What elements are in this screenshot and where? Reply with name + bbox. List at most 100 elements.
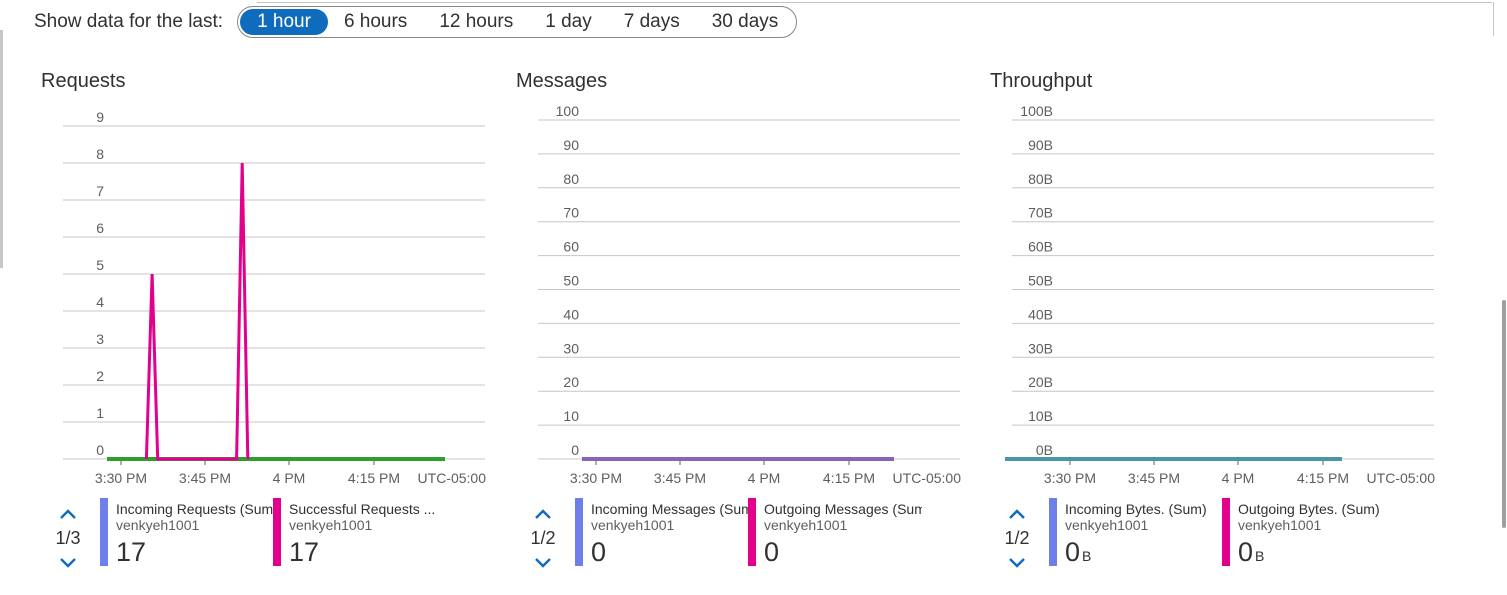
y-tick-label: 0 (571, 442, 579, 458)
legend-pager: 1/2 (528, 504, 558, 573)
messages-legend: 1/2 Incoming Messages (Sum) venkyeh1001 0 Ou… (516, 490, 976, 590)
legend-unit: B (1082, 548, 1092, 564)
legend-metric-name: Outgoing Messages (Sum) (764, 501, 922, 517)
legend-metric-value: 0 (764, 537, 780, 567)
x-tick-label: 4:15 PM (348, 470, 400, 486)
legend-resource-name: venkyeh1001 (289, 517, 373, 533)
x-timezone-label: UTC-05:00 (893, 470, 962, 486)
y-tick-label: 1 (96, 405, 104, 421)
y-tick-label: 2 (96, 368, 104, 384)
messages-chart-panel: Messages 0 10 20 30 40 50 60 70 80 90 100 3:30 PM 3:… (516, 60, 976, 595)
legend-metric-name: Incoming Requests (Sum) (116, 501, 274, 517)
legend-metric-value: 0B (1238, 537, 1265, 567)
y-tick-label: 50 (563, 273, 579, 289)
chevron-up-icon[interactable] (1002, 504, 1032, 524)
y-tick-label: 10B (1028, 408, 1053, 424)
y-tick-label: 80 (563, 171, 579, 187)
time-option-1-hour[interactable]: 1 hour (240, 9, 328, 35)
y-tick-label: 100B (1020, 103, 1053, 119)
y-tick-label: 6 (96, 220, 104, 236)
left-scrollbar[interactable] (0, 30, 3, 268)
legend-metric-value: 0B (1065, 537, 1092, 567)
time-range-label: Show data for the last: (34, 11, 224, 32)
y-tick-label: 9 (96, 109, 104, 125)
x-tick-label: 3:45 PM (1128, 470, 1180, 486)
y-tick-label: 60 (563, 239, 579, 255)
x-tick-label: 4 PM (1222, 470, 1255, 486)
legend-color-swatch (1049, 498, 1057, 566)
legend-resource-name: venkyeh1001 (1065, 517, 1149, 533)
x-tick-label: 3:30 PM (570, 470, 622, 486)
y-tick-label: 10 (563, 408, 579, 424)
x-tick-label: 3:45 PM (179, 470, 231, 486)
throughput-chart[interactable]: 0B 10B 20B 30B 40B 50B 60B 70B 80B 90B 100B 3:30 PM… (990, 60, 1450, 490)
y-tick-label: 80B (1028, 171, 1053, 187)
time-range-selector: Show data for the last: 1 hour 6 hours 1… (34, 5, 798, 39)
chevron-up-icon[interactable] (528, 504, 558, 524)
header-divider (257, 2, 1492, 3)
throughput-chart-panel: Throughput 0B 10B 20B 30B 40B 50B 60B 70B 80B 90B… (990, 60, 1450, 595)
legend-metric-value: 0 (591, 537, 607, 567)
messages-chart[interactable]: 0 10 20 30 40 50 60 70 80 90 100 3:30 PM 3:45 PM 4 PM… (516, 60, 976, 490)
legend-color-swatch (273, 498, 281, 566)
legend-resource-name: venkyeh1001 (116, 517, 200, 533)
legend-page-count: 1/2 (1004, 528, 1030, 548)
x-tick-label: 4 PM (748, 470, 781, 486)
x-tick-label: 3:30 PM (1044, 470, 1096, 486)
legend-metric-name: Outgoing Bytes. (Sum) (1238, 501, 1380, 517)
requests-chart-panel: Requests 0 1 2 3 4 5 6 7 8 9 3:30 PM 3:45 PM 4 PM 4:1… (41, 60, 501, 595)
y-tick-label: 30 (563, 340, 579, 356)
time-option-30-days[interactable]: 30 days (696, 9, 795, 35)
y-tick-label: 90 (563, 137, 579, 153)
y-tick-label: 3 (96, 331, 104, 347)
legend-metric-value: 17 (116, 537, 147, 567)
legend-metric-value: 17 (289, 537, 320, 567)
chevron-down-icon[interactable] (1002, 553, 1032, 573)
legend-page-count: 1/2 (530, 528, 556, 548)
y-tick-label: 0 (96, 442, 104, 458)
time-option-12-hours[interactable]: 12 hours (423, 9, 529, 35)
x-timezone-label: UTC-05:00 (418, 470, 487, 486)
y-tick-label: 30B (1028, 340, 1053, 356)
legend-color-swatch (1222, 498, 1230, 566)
legend-pager: 1/3 (53, 504, 83, 573)
chevron-up-icon[interactable] (53, 504, 83, 524)
legend-resource-name: venkyeh1001 (1238, 517, 1322, 533)
legend-pager: 1/2 (1002, 504, 1032, 573)
legend-metric-name: Incoming Messages (Sum) (591, 501, 749, 517)
y-tick-label: 20B (1028, 374, 1053, 390)
y-tick-label: 4 (96, 294, 104, 310)
requests-legend: 1/3 Incoming Requests (Sum) venkyeh1001 17 S… (41, 490, 501, 590)
chevron-down-icon[interactable] (528, 553, 558, 573)
time-option-7-days[interactable]: 7 days (608, 9, 696, 35)
x-tick-label: 3:45 PM (654, 470, 706, 486)
y-tick-label: 20 (563, 374, 579, 390)
y-tick-label: 5 (96, 257, 104, 273)
y-tick-label: 50B (1028, 273, 1053, 289)
throughput-legend: 1/2 Incoming Bytes. (Sum) venkyeh1001 0 B Out… (990, 490, 1450, 590)
legend-metric-name: Successful Requests ... (289, 501, 436, 517)
y-tick-label: 8 (96, 146, 104, 162)
requests-chart[interactable]: 0 1 2 3 4 5 6 7 8 9 3:30 PM 3:45 PM 4 PM 4:15 PM UTC-0… (41, 60, 501, 490)
legend-unit: B (1255, 548, 1265, 564)
y-tick-label: 40B (1028, 306, 1053, 322)
y-tick-label: 100 (556, 103, 580, 119)
legend-color-swatch (575, 498, 583, 566)
chevron-down-icon[interactable] (53, 553, 83, 573)
time-option-1-day[interactable]: 1 day (529, 9, 607, 35)
y-tick-label: 90B (1028, 137, 1053, 153)
x-tick-label: 4:15 PM (1297, 470, 1349, 486)
y-tick-label: 40 (563, 306, 579, 322)
legend-metric-name: Incoming Bytes. (Sum) (1065, 501, 1207, 517)
x-tick-label: 4 PM (273, 470, 306, 486)
y-tick-label: 70 (563, 205, 579, 221)
y-tick-label: 7 (96, 183, 104, 199)
y-tick-label: 70B (1028, 205, 1053, 221)
legend-color-swatch (748, 498, 756, 566)
legend-resource-name: venkyeh1001 (764, 517, 848, 533)
header-right-divider (1493, 2, 1494, 36)
x-tick-label: 4:15 PM (823, 470, 875, 486)
page-scrollbar[interactable] (1502, 300, 1506, 528)
time-option-6-hours[interactable]: 6 hours (328, 9, 423, 35)
y-tick-label: 60B (1028, 239, 1053, 255)
